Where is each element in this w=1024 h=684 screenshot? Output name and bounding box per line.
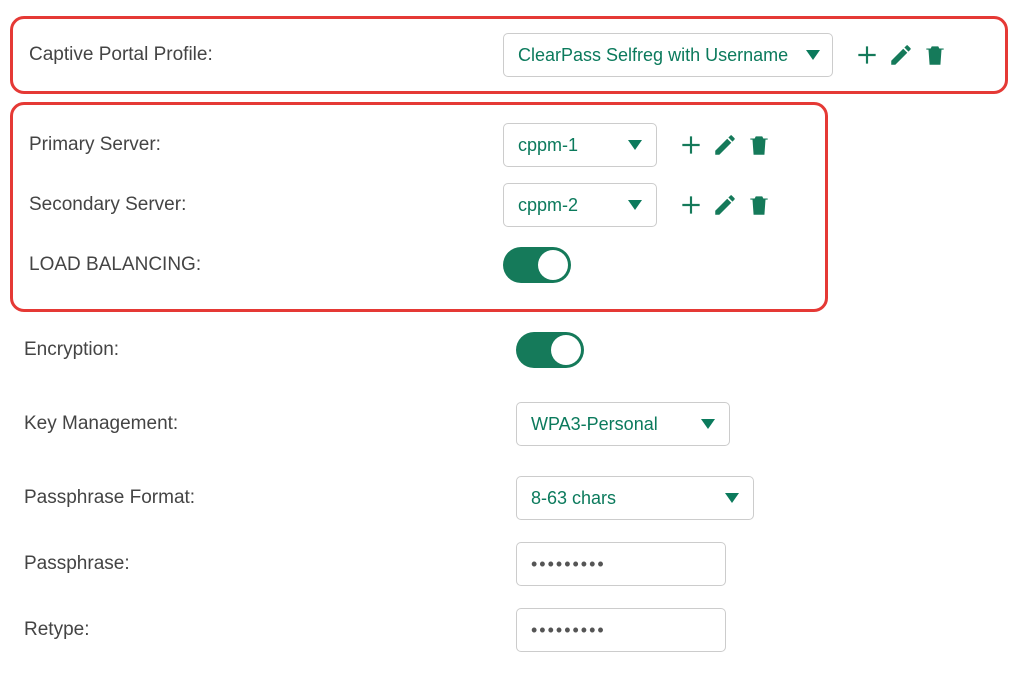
encryption-toggle[interactable] — [516, 332, 584, 368]
pencil-icon[interactable] — [887, 41, 915, 69]
caret-down-icon — [628, 200, 642, 210]
key-management-select[interactable]: WPA3-Personal — [516, 402, 730, 446]
primary-server-select[interactable]: cppm-1 — [503, 123, 657, 167]
plus-icon[interactable] — [853, 41, 881, 69]
primary-server-label: Primary Server: — [13, 134, 503, 156]
servers-highlight: Primary Server: cppm-1 Secondary Server:… — [10, 102, 828, 312]
caret-down-icon — [806, 50, 820, 60]
retype-input[interactable] — [516, 608, 726, 652]
plus-icon[interactable] — [677, 131, 705, 159]
passphrase-label: Passphrase: — [0, 553, 500, 575]
trash-icon[interactable] — [745, 191, 773, 219]
captive-portal-label: Captive Portal Profile: — [13, 44, 503, 66]
pencil-icon[interactable] — [711, 131, 739, 159]
caret-down-icon — [628, 140, 642, 150]
trash-icon[interactable] — [745, 131, 773, 159]
pencil-icon[interactable] — [711, 191, 739, 219]
captive-portal-value: ClearPass Selfreg with Username — [518, 45, 788, 66]
captive-portal-highlight: Captive Portal Profile: ClearPass Selfre… — [10, 16, 1008, 94]
load-balancing-label: LOAD BALANCING: — [13, 254, 503, 276]
retype-label: Retype: — [0, 619, 500, 641]
secondary-server-value: cppm-2 — [518, 195, 578, 216]
passphrase-input[interactable] — [516, 542, 726, 586]
captive-portal-select[interactable]: ClearPass Selfreg with Username — [503, 33, 833, 77]
encryption-label: Encryption: — [0, 339, 500, 361]
key-management-label: Key Management: — [0, 413, 500, 435]
passphrase-format-value: 8-63 chars — [531, 488, 616, 509]
secondary-server-label: Secondary Server: — [13, 194, 503, 216]
trash-icon[interactable] — [921, 41, 949, 69]
passphrase-format-select[interactable]: 8-63 chars — [516, 476, 754, 520]
load-balancing-toggle[interactable] — [503, 247, 571, 283]
plus-icon[interactable] — [677, 191, 705, 219]
primary-server-value: cppm-1 — [518, 135, 578, 156]
key-management-value: WPA3-Personal — [531, 414, 658, 435]
passphrase-format-label: Passphrase Format: — [0, 487, 500, 509]
secondary-server-select[interactable]: cppm-2 — [503, 183, 657, 227]
toggle-knob — [551, 335, 581, 365]
caret-down-icon — [701, 419, 715, 429]
toggle-knob — [538, 250, 568, 280]
caret-down-icon — [725, 493, 739, 503]
